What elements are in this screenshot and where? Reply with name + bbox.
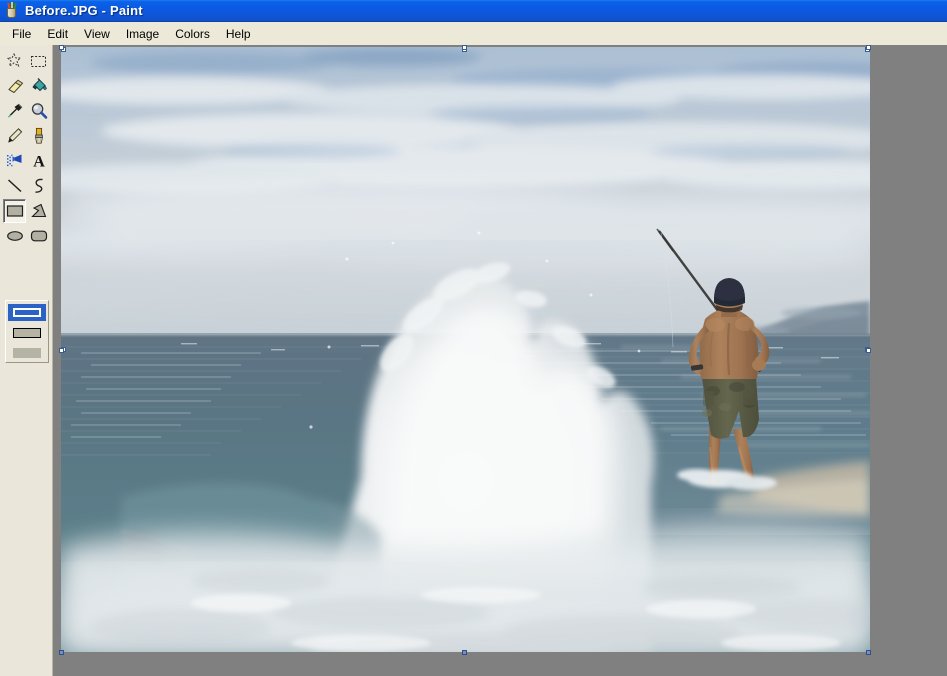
handle-canvas-top-right-outer[interactable] (866, 45, 871, 50)
title-bar[interactable]: Before.JPG - Paint (0, 0, 947, 22)
brush-icon[interactable] (27, 124, 50, 148)
rectangular-select-icon[interactable] (27, 49, 50, 73)
handle-canvas-bottom-left-outer[interactable] (59, 650, 64, 655)
paint-palette-icon (4, 1, 20, 19)
menu-item-view[interactable]: View (76, 24, 118, 44)
image-canvas[interactable] (61, 47, 870, 652)
pencil-icon[interactable] (3, 124, 26, 148)
menu-bar: File Edit View Image Colors Help (0, 22, 947, 45)
menu-item-colors[interactable]: Colors (167, 24, 218, 44)
line-icon[interactable] (3, 174, 26, 198)
polygon-icon[interactable] (27, 199, 50, 223)
paint-window: Before.JPG - Paint File Edit View Image … (0, 0, 947, 676)
menu-item-image[interactable]: Image (118, 24, 167, 44)
handle-canvas-top-center-outer[interactable] (462, 45, 467, 50)
window-title: Before.JPG - Paint (25, 3, 143, 18)
fill-only-option[interactable] (8, 344, 46, 361)
handle-canvas-bottom-right-outer[interactable] (866, 650, 871, 655)
svg-text:A: A (33, 154, 45, 171)
toolbox: A (2, 47, 51, 249)
rounded-rectangle-icon[interactable] (27, 224, 50, 248)
photo-before-jpg (61, 47, 870, 652)
text-icon[interactable]: A (27, 149, 50, 173)
airbrush-icon[interactable] (3, 149, 26, 173)
fill-with-color-icon[interactable] (27, 74, 50, 98)
handle-canvas-top-left-outer[interactable] (59, 45, 64, 50)
handle-canvas-middle-left-outer[interactable] (59, 348, 64, 353)
menu-item-file[interactable]: File (4, 24, 39, 44)
ellipse-icon[interactable] (3, 224, 26, 248)
curve-icon[interactable] (27, 174, 50, 198)
handle-canvas-bottom-center-outer[interactable] (462, 650, 467, 655)
outline-only-option[interactable] (8, 304, 46, 321)
tool-options-fill-style (5, 300, 49, 363)
eraser-icon[interactable] (3, 74, 26, 98)
menu-item-help[interactable]: Help (218, 24, 259, 44)
rectangle-icon[interactable] (3, 199, 26, 223)
menu-item-edit[interactable]: Edit (39, 24, 76, 44)
tool-panel: A (0, 45, 53, 676)
magnifier-icon[interactable] (27, 99, 50, 123)
outline-and-fill-option[interactable] (8, 324, 46, 341)
pick-color-icon[interactable] (3, 99, 26, 123)
handle-canvas-middle-right-outer[interactable] (866, 348, 871, 353)
free-form-select-icon[interactable] (3, 49, 26, 73)
